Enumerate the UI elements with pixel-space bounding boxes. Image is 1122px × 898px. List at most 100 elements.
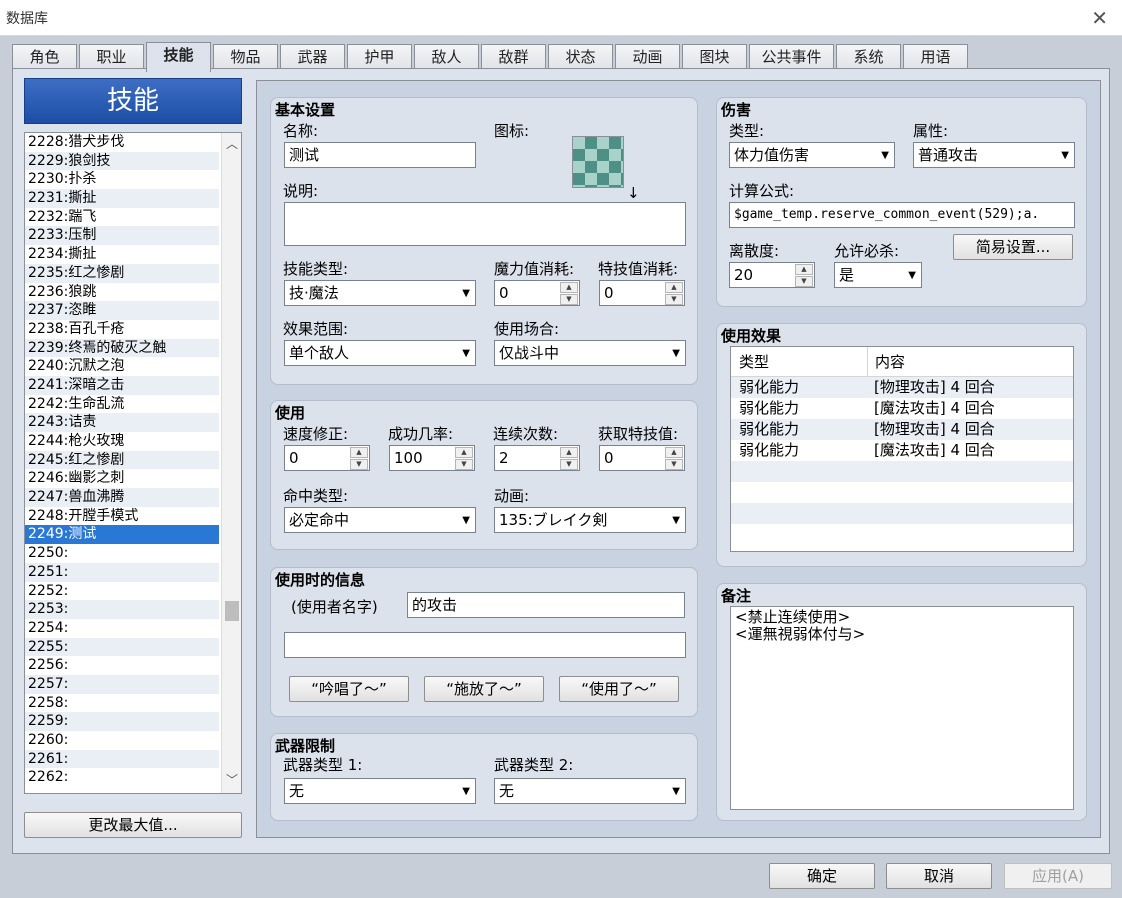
list-item[interactable]: 2240:沉默之泡: [25, 357, 219, 376]
tab-actors[interactable]: 角色: [12, 44, 77, 70]
list-item[interactable]: 2237:恣睢: [25, 301, 219, 320]
tab-troops[interactable]: 敌群: [481, 44, 546, 70]
weapon-type1-select[interactable]: 无 ▼: [284, 778, 476, 804]
scroll-down-icon[interactable]: ﹀: [222, 771, 241, 789]
list-item[interactable]: 2229:狼剑技: [25, 151, 219, 171]
list-item[interactable]: 2258:: [25, 694, 219, 713]
effect-row[interactable]: 弱化能力 [魔法攻击] 4 回合: [731, 398, 1073, 419]
list-item[interactable]: 2234:撕扯: [25, 245, 219, 264]
list-item[interactable]: 2236:狼跳: [25, 283, 219, 302]
animation-select[interactable]: 135:ブレイク剣 ▼: [494, 507, 686, 533]
spin-down-icon[interactable]: ▼: [560, 459, 578, 470]
list-item[interactable]: 2232:踹飞: [25, 208, 219, 227]
list-item[interactable]: 2262:: [25, 768, 219, 787]
name-input[interactable]: 测试: [284, 142, 476, 168]
tab-armors[interactable]: 护甲: [347, 44, 412, 70]
occasion-select[interactable]: 仅战斗中 ▼: [494, 340, 686, 366]
spin-down-icon[interactable]: ▼: [665, 294, 683, 305]
skill-type-select[interactable]: 技·魔法 ▼: [284, 280, 476, 306]
close-icon[interactable]: ✕: [1091, 6, 1108, 30]
tab-classes[interactable]: 职业: [79, 44, 144, 70]
list-item[interactable]: 2254:: [25, 619, 219, 638]
speed-stepper[interactable]: 0 ▲ ▼: [284, 445, 370, 471]
tab-system[interactable]: 系统: [836, 44, 901, 70]
list-item[interactable]: 2233:压制: [25, 226, 219, 246]
list-item[interactable]: 2260:: [25, 731, 219, 750]
tab-states[interactable]: 状态: [548, 44, 613, 70]
skill-icon[interactable]: [572, 136, 624, 188]
tp-cost-stepper[interactable]: 0 ▲ ▼: [599, 280, 685, 306]
list-item[interactable]: 2261:: [25, 749, 219, 769]
spin-down-icon[interactable]: ▼: [560, 294, 578, 305]
ok-button[interactable]: 确定: [769, 863, 875, 889]
mp-cost-stepper[interactable]: 0 ▲ ▼: [494, 280, 580, 306]
list-item[interactable]: 2252:: [25, 582, 219, 601]
list-item[interactable]: 2259:: [25, 712, 219, 731]
tab-enemies[interactable]: 敌人: [414, 44, 479, 70]
apply-button[interactable]: 应用(A): [1004, 863, 1112, 889]
list-item[interactable]: 2253:: [25, 600, 219, 619]
spin-up-icon[interactable]: ▲: [560, 447, 578, 458]
list-item[interactable]: 2228:猎犬步伐: [25, 133, 219, 152]
spin-up-icon[interactable]: ▲: [665, 282, 683, 293]
effect-row[interactable]: [731, 482, 1073, 503]
cast-preset-button[interactable]: “施放了～”: [424, 676, 544, 702]
tab-tilesets[interactable]: 图块: [682, 44, 747, 70]
list-item[interactable]: 2256:: [25, 656, 219, 675]
weapon-type2-select[interactable]: 无 ▼: [494, 778, 686, 804]
message-line1-input[interactable]: 的攻击: [407, 592, 685, 618]
notes-textarea[interactable]: <禁止连续使用> <運無視弱体付与>: [730, 606, 1074, 810]
chant-preset-button[interactable]: “吟唱了～”: [289, 676, 409, 702]
list-item[interactable]: 2245:红之惨剧: [25, 450, 219, 470]
tab-terms[interactable]: 用语: [903, 44, 968, 70]
critical-select[interactable]: 是 ▼: [834, 262, 922, 288]
tab-animations[interactable]: 动画: [615, 44, 680, 70]
change-max-button[interactable]: 更改最大值...: [24, 812, 242, 838]
cancel-button[interactable]: 取消: [886, 863, 992, 889]
effect-row[interactable]: 弱化能力 [魔法攻击] 4 回合: [731, 440, 1073, 461]
effect-row[interactable]: 弱化能力 [物理攻击] 4 回合: [731, 419, 1073, 440]
spin-down-icon[interactable]: ▼: [455, 459, 473, 470]
list-item[interactable]: 2235:红之惨剧: [25, 263, 219, 283]
tab-items[interactable]: 物品: [213, 44, 278, 70]
use-preset-button[interactable]: “使用了～”: [559, 676, 679, 702]
list-item[interactable]: 2249:测试: [25, 525, 219, 545]
list-item[interactable]: 2230:扑杀: [25, 170, 219, 189]
hit-type-select[interactable]: 必定命中 ▼: [284, 507, 476, 533]
list-item[interactable]: 2241:深暗之击: [25, 375, 219, 395]
scroll-thumb[interactable]: [225, 601, 239, 621]
variance-stepper[interactable]: 20 ▲ ▼: [729, 262, 815, 288]
spin-up-icon[interactable]: ▲: [350, 447, 368, 458]
tp-gain-stepper[interactable]: 0 ▲ ▼: [599, 445, 685, 471]
scope-select[interactable]: 单个敌人 ▼: [284, 340, 476, 366]
repeat-stepper[interactable]: 2 ▲ ▼: [494, 445, 580, 471]
quick-setting-button[interactable]: 简易设置...: [953, 234, 1073, 260]
list-item[interactable]: 2248:开膛手模式: [25, 507, 219, 526]
spin-down-icon[interactable]: ▼: [795, 276, 813, 287]
list-item[interactable]: 2231:撕扯: [25, 189, 219, 208]
list-item[interactable]: 2246:幽影之刺: [25, 469, 219, 488]
list-item[interactable]: 2238:百孔千疮: [25, 320, 219, 339]
element-select[interactable]: 普通攻击 ▼: [913, 142, 1075, 168]
success-stepper[interactable]: 100 ▲ ▼: [389, 445, 475, 471]
list-item[interactable]: 2242:生命乱流: [25, 395, 219, 414]
list-item[interactable]: 2251:: [25, 562, 219, 582]
spin-down-icon[interactable]: ▼: [665, 459, 683, 470]
list-item[interactable]: 2257:: [25, 674, 219, 694]
list-item[interactable]: 2250:: [25, 544, 219, 563]
tab-weapons[interactable]: 武器: [280, 44, 345, 70]
spin-up-icon[interactable]: ▲: [795, 264, 813, 275]
list-item[interactable]: 2244:枪火玫瑰: [25, 432, 219, 451]
list-item[interactable]: 2243:诘责: [25, 413, 219, 432]
spin-up-icon[interactable]: ▲: [455, 447, 473, 458]
effect-row[interactable]: 弱化能力 [物理攻击] 4 回合: [731, 377, 1073, 398]
tab-skills[interactable]: 技能: [146, 42, 211, 72]
list-scrollbar[interactable]: ︿ ﹀: [221, 133, 241, 793]
message-line2-input[interactable]: [284, 632, 686, 658]
effect-row[interactable]: [731, 461, 1073, 482]
list-item[interactable]: 2255:: [25, 637, 219, 657]
list-item[interactable]: 2239:终焉的破灭之触: [25, 338, 219, 358]
effect-row[interactable]: [731, 503, 1073, 524]
description-input[interactable]: [284, 202, 686, 246]
effect-row[interactable]: [731, 524, 1073, 545]
